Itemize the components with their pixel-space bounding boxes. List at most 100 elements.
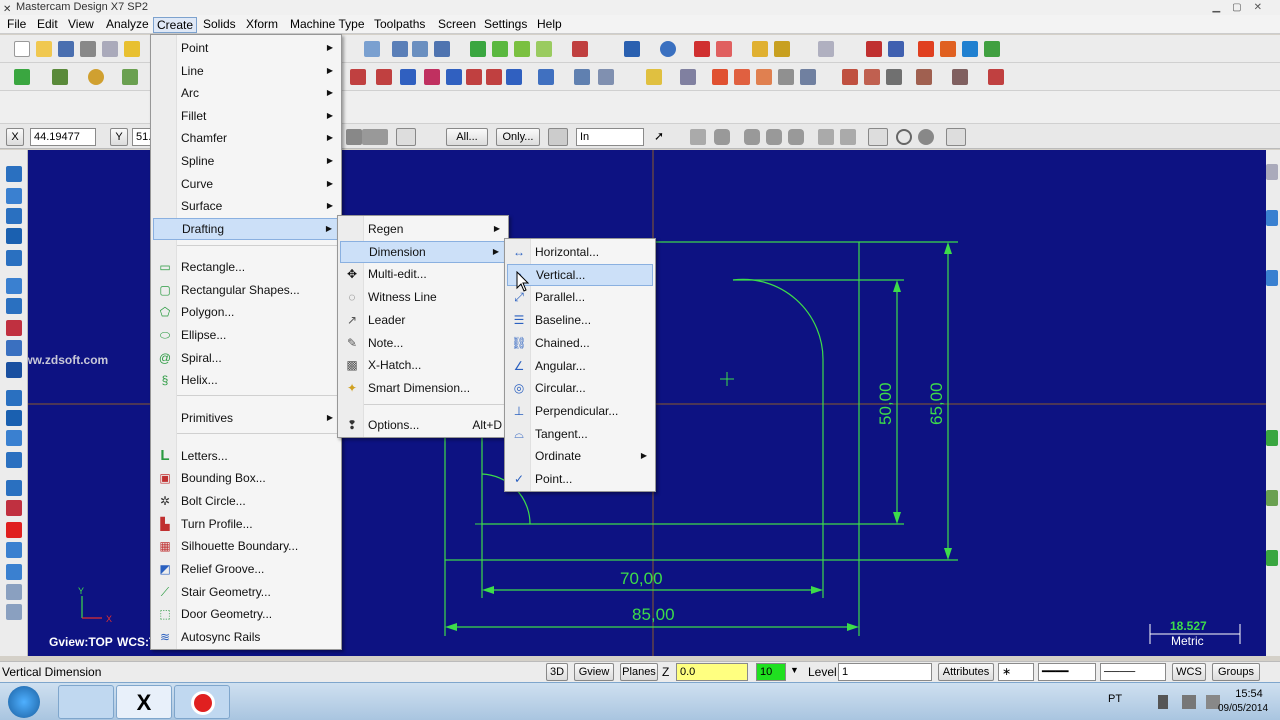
- measure-icon[interactable]: [818, 41, 834, 57]
- menu-xform[interactable]: Xform: [243, 17, 281, 33]
- open-folder-icon[interactable]: [36, 41, 52, 57]
- chain-icon[interactable]: [690, 129, 706, 145]
- y-label[interactable]: Y: [110, 128, 128, 146]
- help-icon[interactable]: [866, 41, 882, 57]
- screen-icon[interactable]: [800, 69, 816, 85]
- simulate-icon[interactable]: [916, 69, 932, 85]
- fillet-create-icon[interactable]: [122, 69, 138, 85]
- sphere-grid-icon[interactable]: [624, 41, 640, 57]
- new-file-icon[interactable]: [14, 41, 30, 57]
- drafting-regen-item[interactable]: Regen ▶: [340, 218, 506, 240]
- color-input[interactable]: 10: [756, 663, 786, 681]
- select-all-button[interactable]: All...: [446, 128, 488, 146]
- break-icon[interactable]: [574, 69, 590, 85]
- create-autosync-rails-item[interactable]: ≋ Autosync Rails: [153, 626, 339, 648]
- menu-file[interactable]: File: [4, 17, 29, 33]
- operation-icon[interactable]: [984, 41, 1000, 57]
- tool-7-icon[interactable]: [6, 298, 22, 314]
- right-tool-6-icon[interactable]: [1266, 550, 1278, 566]
- create-relief-groove-item[interactable]: ◩ Relief Groove...: [153, 558, 339, 580]
- window-select-icon[interactable]: [714, 129, 730, 145]
- tool-6-icon[interactable]: [6, 278, 22, 294]
- tool-12-icon[interactable]: [6, 410, 22, 426]
- tool-16-icon[interactable]: [6, 500, 22, 516]
- create-polygon-item[interactable]: ⬠ Polygon...: [153, 301, 339, 323]
- dimension-angular-item[interactable]: ∠ Angular...: [507, 355, 653, 377]
- tool-9-icon[interactable]: [6, 340, 22, 356]
- pencil-icon[interactable]: [752, 41, 768, 57]
- create-rectangle-item[interactable]: ▭ Rectangle...: [153, 256, 339, 278]
- tool-1-icon[interactable]: [6, 166, 22, 182]
- clear-selection-icon[interactable]: [896, 129, 912, 145]
- grid-2-icon[interactable]: [734, 69, 750, 85]
- create-turn-profile-item[interactable]: ▙ Turn Profile...: [153, 513, 339, 535]
- tool-5-icon[interactable]: [6, 250, 22, 266]
- menu-machine-type[interactable]: Machine Type: [287, 17, 368, 33]
- create-primitives-item[interactable]: Primitives ▶: [153, 407, 339, 429]
- create-arc-item[interactable]: Arc ▶: [153, 82, 339, 104]
- tool-8-icon[interactable]: [6, 320, 22, 336]
- xform-7-icon[interactable]: [486, 69, 502, 85]
- menu-edit[interactable]: Edit: [34, 17, 61, 33]
- save-icon[interactable]: [58, 41, 74, 57]
- create-spiral-item[interactable]: @ Spiral...: [153, 347, 339, 369]
- xform-4-icon[interactable]: [424, 69, 440, 85]
- create-ellipse-item[interactable]: ⬭ Ellipse...: [153, 324, 339, 346]
- join-icon[interactable]: [598, 69, 614, 85]
- tip-icon[interactable]: [124, 41, 140, 57]
- menu-screen[interactable]: Screen: [435, 17, 479, 33]
- drafting-multi-edit-item[interactable]: ✥ Multi-edit...: [340, 263, 506, 285]
- dimension-point-item[interactable]: ✓ Point...: [507, 468, 653, 490]
- drafting-note-item[interactable]: ✎ Note...: [340, 332, 506, 354]
- right-tool-4-icon[interactable]: [1266, 430, 1278, 446]
- view-side-icon[interactable]: [514, 41, 530, 57]
- dimension-tangent-item[interactable]: ⌓ Tangent...: [507, 423, 653, 445]
- color-dropdown-icon[interactable]: ▼: [790, 665, 799, 675]
- window-controls[interactable]: ▁▢✕: [1212, 0, 1274, 15]
- drafting-options-item[interactable]: ❢ Options... Alt+D: [340, 414, 506, 436]
- analyze-2-icon[interactable]: [412, 41, 428, 57]
- groups-button[interactable]: Groups: [1212, 663, 1260, 681]
- y-coordinate-input[interactable]: 51.: [132, 128, 152, 146]
- wand-icon[interactable]: [774, 41, 790, 57]
- print-preview-icon[interactable]: [102, 41, 118, 57]
- select-only-button[interactable]: Only...: [496, 128, 540, 146]
- clock-date[interactable]: 09/05/2014: [1212, 703, 1274, 714]
- gview-button[interactable]: Gview: [574, 663, 614, 681]
- create-line-item[interactable]: Line ▶: [153, 60, 339, 82]
- trim-icon[interactable]: [538, 69, 554, 85]
- line-style-select[interactable]: ━━━━: [1038, 663, 1096, 681]
- verify-icon[interactable]: [868, 128, 888, 146]
- network-icon[interactable]: [1182, 695, 1196, 709]
- tool-14-icon[interactable]: [6, 452, 22, 468]
- xform-icon[interactable]: [350, 69, 366, 85]
- taskbar-record-icon[interactable]: [174, 685, 230, 719]
- xform-5-icon[interactable]: [446, 69, 462, 85]
- attributes-button[interactable]: Attributes: [938, 663, 994, 681]
- analyze-3-icon[interactable]: [434, 41, 450, 57]
- tool-2-icon[interactable]: [6, 188, 22, 204]
- dimension-perpendicular-item[interactable]: ⊥ Perpendicular...: [507, 400, 653, 422]
- planes-button[interactable]: Planes: [620, 663, 658, 681]
- arc-create-icon[interactable]: [88, 69, 104, 85]
- selection-mode-select[interactable]: In: [576, 128, 644, 146]
- level-select[interactable]: 1: [838, 663, 932, 681]
- taskbar-app-1-icon[interactable]: [58, 685, 114, 719]
- create-stair-geometry-item[interactable]: ⟋ Stair Geometry...: [153, 581, 339, 603]
- toolpath-2-icon[interactable]: [940, 41, 956, 57]
- print-icon[interactable]: [80, 41, 96, 57]
- point-create-icon[interactable]: [14, 69, 30, 85]
- drafting-witness-line-item[interactable]: ◌ Witness Line: [340, 286, 506, 308]
- select-mode-icon[interactable]: [362, 129, 388, 145]
- tool-10-icon[interactable]: [6, 362, 22, 378]
- language-indicator[interactable]: PT: [1108, 693, 1122, 705]
- right-tool-2-icon[interactable]: [1266, 210, 1278, 226]
- menu-create[interactable]: Create: [153, 17, 198, 33]
- dimension-chained-item[interactable]: ⛓ Chained...: [507, 332, 653, 354]
- area-select-icon[interactable]: [788, 129, 804, 145]
- bulb-icon[interactable]: [646, 69, 662, 85]
- list-icon[interactable]: [888, 41, 904, 57]
- menu-solids[interactable]: Solids: [200, 17, 239, 33]
- tool-18-icon[interactable]: [6, 542, 22, 558]
- tool-20-icon[interactable]: [6, 584, 22, 600]
